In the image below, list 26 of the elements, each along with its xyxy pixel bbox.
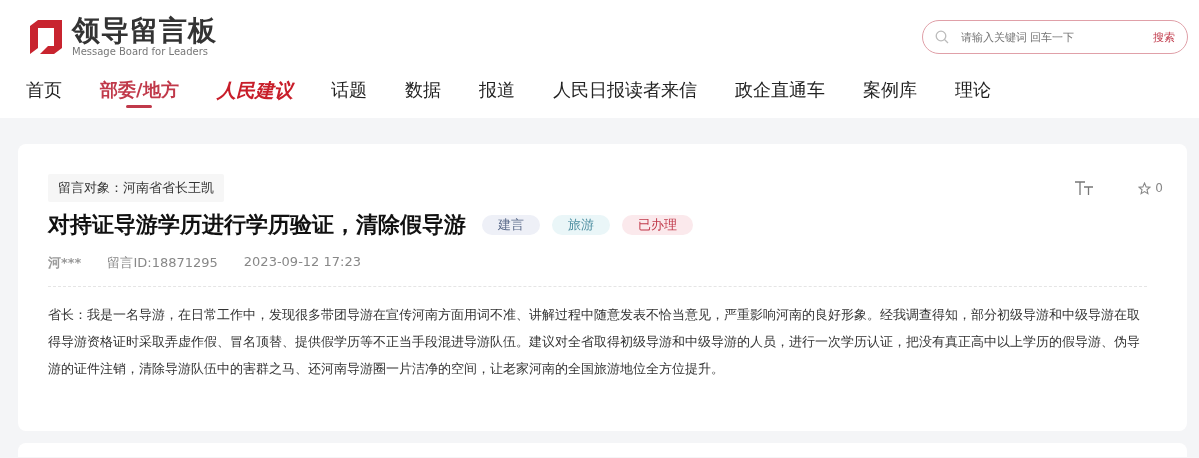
tag: 已办理 (622, 215, 693, 235)
search-icon (935, 30, 949, 44)
author-name: 河*** (48, 254, 82, 272)
nav-tab[interactable]: 人民建议 (216, 78, 293, 112)
nav-tab[interactable]: 理论 (954, 78, 991, 112)
nav-tab[interactable]: 数据 (404, 78, 441, 112)
nav-tab[interactable]: 案例库 (862, 78, 917, 112)
message-id: 留言ID:18871295 (107, 254, 218, 272)
nav-tab[interactable]: 首页 (26, 78, 62, 112)
nav-tab[interactable]: 报道 (478, 78, 515, 112)
font-size-icon[interactable] (1074, 180, 1095, 196)
tag: 旅游 (552, 215, 610, 235)
favorite-count: 0 (1155, 181, 1163, 195)
nav-tab[interactable]: 部委/地方 (100, 78, 179, 112)
nav-tab[interactable]: 话题 (330, 78, 367, 112)
tag: 建言 (482, 215, 540, 235)
nav-tab[interactable]: 政企直通车 (734, 78, 825, 112)
logo-title: 领导留言板 (72, 16, 217, 46)
message-body: 省长：我是一名导游，在日常工作中，发现很多带团导游在宣传河南方面用词不准、讲解过程中随意发表不恰当意见，严重影响河南的良好形象。经我调查得知，部分初级导游和中级导游在取得导游资格证时采取弄虚作假、冒名顶替、提供假学历等不正当手段混进导游队伍。建议对全省取得初级导游和中级导游的人员，进行一次学历认证，把没有真正高中以上学历的假导游、伪导游的证件注销，清除导游队伍中的害群之马、还河南导游圈一片洁净的空间，让老家河南的全国旅游地位全方位提升。 (48, 306, 1141, 378)
logo-subtitle: Message Board for Leaders (72, 46, 209, 58)
message-title: 对持证导游学历进行学历验证，清除假导游 (48, 211, 466, 239)
search-button[interactable]: 搜索 (1153, 29, 1175, 45)
star-icon[interactable] (1138, 181, 1152, 195)
message-date: 2023-09-12 17:23 (243, 254, 361, 271)
recipient-label: 留言对象：河南省省长王凯 (48, 174, 224, 202)
nav-tab[interactable]: 人民日报读者来信 (552, 78, 697, 112)
